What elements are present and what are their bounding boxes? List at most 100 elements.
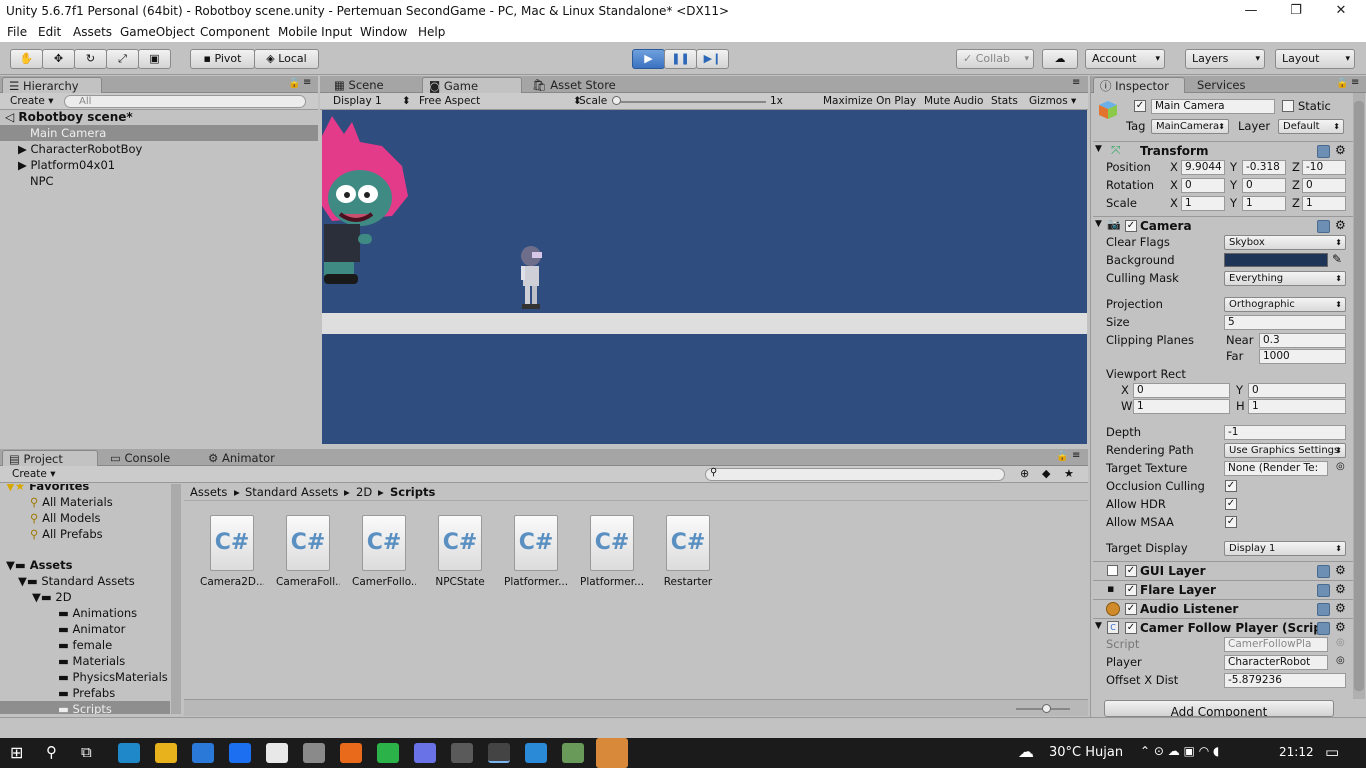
favorite-item[interactable]: ⚲ All Prefabs [30, 526, 103, 542]
weather-text[interactable]: 30°C Hujan [1049, 745, 1123, 760]
panel-menu-icon[interactable]: ≡ [1351, 77, 1359, 88]
eyedropper-icon[interactable]: ✎ [1332, 252, 1342, 266]
breadcrumb-item[interactable]: 2D [356, 484, 372, 500]
calculator-icon[interactable] [451, 743, 473, 763]
position-x-field[interactable]: 9.9044 [1181, 160, 1225, 175]
help-icon[interactable] [1317, 584, 1330, 597]
panel-menu-icon[interactable]: ≡ [1072, 450, 1080, 461]
hierarchy-item-npc[interactable]: NPC [30, 173, 54, 189]
scale-slider-handle[interactable] [612, 96, 621, 105]
favorite-star-icon[interactable]: ★ [1064, 467, 1074, 480]
stats-toggle[interactable]: Stats [991, 94, 1018, 109]
local-button[interactable]: ◈ Local [254, 49, 319, 69]
task-view-icon[interactable]: ⧉ [81, 743, 92, 761]
camera-app-icon[interactable] [303, 743, 325, 763]
static-checkbox[interactable] [1282, 100, 1294, 112]
script-asset[interactable]: C# Restarter [656, 515, 720, 588]
gear-icon[interactable]: ⚙ [1335, 582, 1346, 596]
script-asset[interactable]: C# CameraFoll... [276, 515, 340, 588]
tag-dropdown[interactable]: MainCamera [1151, 119, 1229, 134]
menu-gameobject[interactable]: GameObject [120, 25, 195, 39]
hierarchy-create-button[interactable]: Create ▾ [10, 94, 54, 109]
viewport-y-field[interactable]: 0 [1248, 383, 1346, 398]
layer-dropdown[interactable]: Default [1278, 119, 1344, 134]
pivot-button[interactable]: ▪ Pivot [190, 49, 255, 69]
tray-icons[interactable]: ⌃ ⊙ ☁ ▣ ◠ ◖ [1140, 744, 1219, 758]
layers-dropdown[interactable]: Layers [1185, 49, 1265, 69]
play-button[interactable]: ▶ [632, 49, 665, 69]
hierarchy-search-input[interactable]: All [64, 95, 306, 108]
mute-audio-toggle[interactable]: Mute Audio [924, 94, 983, 109]
menu-assets[interactable]: Assets [73, 25, 112, 39]
gui-layer-header[interactable]: ✓ GUI Layer ⚙ [1093, 561, 1353, 580]
allow-msaa-checkbox[interactable]: ✓ [1225, 516, 1237, 528]
clear-flags-dropdown[interactable]: Skybox [1224, 235, 1346, 250]
target-texture-field[interactable]: None (Render Te: [1224, 461, 1328, 476]
inspector-scrollbar[interactable] [1353, 93, 1365, 699]
gizmos-toggle[interactable]: Gizmos [1029, 94, 1068, 109]
lock-icon[interactable]: 🔒 [1056, 451, 1068, 462]
far-field[interactable]: 1000 [1259, 349, 1346, 364]
filter-type-icon[interactable]: ⊕ [1020, 467, 1029, 480]
folder-item[interactable]: ▬ Prefabs [58, 685, 115, 701]
favorite-item[interactable]: ⚲ All Materials [30, 494, 113, 510]
tab-console[interactable]: ▭ Console [104, 450, 176, 466]
script-asset[interactable]: C# NPCState [428, 515, 492, 588]
tab-project[interactable]: ▤ Project [2, 450, 98, 466]
script-asset[interactable]: C# Platformer... [504, 515, 568, 588]
help-icon[interactable] [1317, 565, 1330, 578]
tab-animator[interactable]: ⚙ Animator [202, 450, 281, 466]
hand-tool-button[interactable]: ✋ [10, 49, 43, 69]
maximize-on-play-toggle[interactable]: Maximize On Play [823, 94, 916, 109]
dropbox-icon[interactable] [229, 743, 251, 763]
audio-listener-header[interactable]: ✓ Audio Listener ⚙ [1093, 599, 1353, 618]
collab-dropdown[interactable]: ✓ Collab [956, 49, 1034, 69]
clock[interactable]: 21:12 [1279, 745, 1314, 759]
scale-x-field[interactable]: 1 [1181, 196, 1225, 211]
menu-component[interactable]: Component [200, 25, 270, 39]
camera-enabled-checkbox[interactable]: ✓ [1125, 220, 1137, 232]
scale-y-field[interactable]: 1 [1242, 196, 1286, 211]
help-icon[interactable] [1317, 603, 1330, 616]
whatsapp-icon[interactable] [377, 743, 399, 763]
mail-icon[interactable] [192, 743, 214, 763]
audio-listener-checkbox[interactable]: ✓ [1125, 603, 1137, 615]
menu-file[interactable]: File [7, 25, 27, 39]
help-icon[interactable] [1317, 622, 1330, 635]
folder-item[interactable]: ▬ Animator [58, 621, 125, 637]
tab-inspector[interactable]: ⓘ Inspector [1093, 77, 1185, 93]
project-create-button[interactable]: Create ▾ [12, 467, 56, 482]
minimize-button[interactable]: — [1228, 0, 1274, 23]
hierarchy-item-main-camera[interactable]: Main Camera [0, 125, 318, 141]
camer-follow-player-header[interactable]: ▼ C ✓ Camer Follow Player (Scrip ⚙ [1093, 618, 1353, 637]
occlusion-culling-checkbox[interactable]: ✓ [1225, 480, 1237, 492]
depth-field[interactable]: -1 [1224, 425, 1346, 440]
menu-window[interactable]: Window [360, 25, 407, 39]
scene-root[interactable]: ◁ Robotboy scene* [5, 109, 133, 125]
folder-item[interactable]: ▬ Animations [58, 605, 137, 621]
menu-mobile-input[interactable]: Mobile Input [278, 25, 352, 39]
tab-hierarchy[interactable]: ☰ Hierarchy [2, 77, 102, 93]
active-app-icon[interactable] [596, 738, 628, 768]
pause-button[interactable]: ❚❚ [664, 49, 697, 69]
vscode-icon[interactable] [525, 743, 547, 763]
folder-item[interactable]: ▬ Materials [58, 653, 125, 669]
culling-mask-dropdown[interactable]: Everything [1224, 271, 1346, 286]
rendering-path-dropdown[interactable]: Use Graphics Settings [1224, 443, 1346, 458]
breadcrumb-item[interactable]: Scripts [390, 484, 435, 500]
gameobject-name-field[interactable]: Main Camera [1151, 99, 1275, 114]
rotation-x-field[interactable]: 0 [1181, 178, 1225, 193]
breadcrumb-item[interactable]: Standard Assets [245, 484, 338, 500]
display-dropdown[interactable]: Display 1 [333, 94, 382, 109]
lock-icon[interactable]: 🔒 [288, 78, 300, 89]
firefox-icon[interactable] [340, 743, 362, 763]
scale-z-field[interactable]: 1 [1302, 196, 1346, 211]
script-enabled-checkbox[interactable]: ✓ [1125, 622, 1137, 634]
script-asset[interactable]: C# Platformer... [580, 515, 644, 588]
scale-tool-button[interactable]: ⤢ [106, 49, 139, 69]
project-search-input[interactable] [705, 468, 1005, 481]
edge-icon[interactable] [118, 743, 140, 763]
gear-icon[interactable]: ⚙ [1335, 601, 1346, 615]
folder-item[interactable]: ▼▬ Standard Assets [18, 573, 135, 589]
gear-icon[interactable]: ⚙ [1335, 563, 1346, 577]
